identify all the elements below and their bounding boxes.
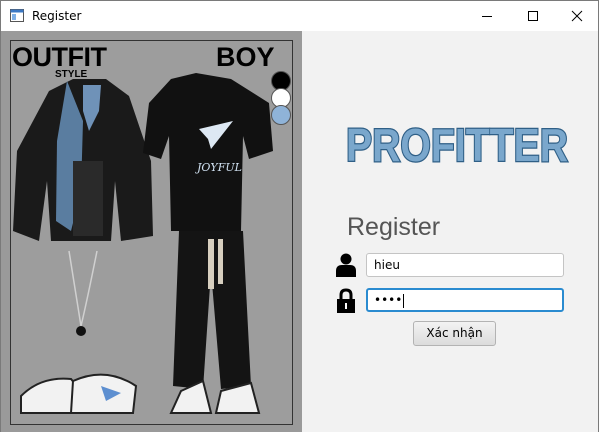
maximize-icon [528,11,538,21]
left-image-panel: OUTFIT BOY STYLE JOYFUL [1,31,302,432]
close-icon [571,10,583,22]
logo-text: PROFITTER [346,119,568,171]
register-form-panel: PROFITTER Register hieu •••• Xác nhận [302,31,598,432]
submit-button[interactable]: Xác nhận [413,321,496,346]
maximize-button[interactable] [510,1,556,31]
tshirt-image: JOYFUL [143,73,273,231]
minimize-button[interactable] [464,1,510,31]
register-window: Register OUTFIT BOY STYLE JOYFUL PROFITT… [0,0,599,432]
close-button[interactable] [554,1,599,31]
username-value: hieu [374,258,400,272]
username-input[interactable]: hieu [366,253,564,277]
window-app-icon [10,9,24,22]
profitter-logo: PROFITTER [345,118,570,173]
text-caret [403,293,405,308]
password-input[interactable]: •••• [366,288,564,312]
outfit-illustration: JOYFUL [13,73,273,414]
outfit-poster: OUTFIT BOY STYLE JOYFUL [10,40,293,425]
user-icon [336,253,356,277]
window-title: Register [32,9,82,23]
pants-image [173,231,251,389]
necklace-image [68,250,98,336]
password-mask: •••• [374,293,403,307]
lock-icon [337,288,355,313]
minimize-icon [482,16,492,17]
tshirt-print-text: JOYFUL [195,161,242,174]
register-heading: Register [347,213,441,241]
jacket-image [13,79,153,241]
title-bar[interactable]: Register [1,1,598,31]
